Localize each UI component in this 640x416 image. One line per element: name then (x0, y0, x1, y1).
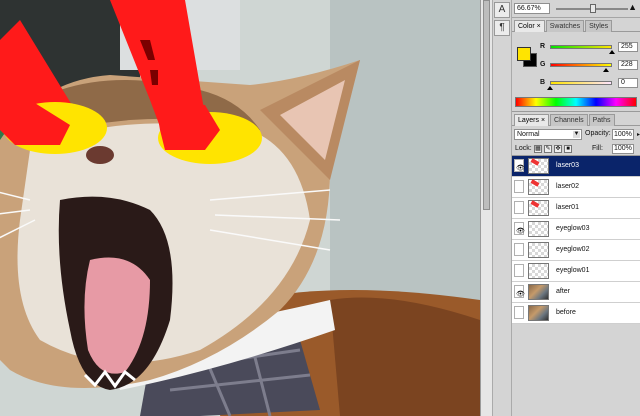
visibility-toggle[interactable]: 👁 (514, 159, 525, 172)
opacity-label: Opacity: (585, 130, 611, 137)
red-channel-row: R 255 (540, 42, 638, 54)
layer-list: 👁 laser03 laser02 laser01 👁 eyeglow03 ey… (512, 156, 640, 324)
blue-channel-label: B (540, 79, 546, 86)
lock-transparency-icon[interactable]: ▦ (534, 145, 542, 153)
layer-thumbnail (528, 242, 549, 258)
chevron-down-icon: ▼ (573, 131, 580, 138)
layer-name: laser02 (556, 183, 579, 190)
blue-channel-row: B 0 (540, 78, 638, 90)
document-canvas[interactable] (0, 0, 480, 416)
red-slider-handle[interactable] (609, 50, 615, 54)
visibility-toggle[interactable] (514, 180, 524, 193)
green-channel-value[interactable]: 228 (618, 60, 638, 70)
zoom-in-icon[interactable]: ▲ (628, 2, 637, 12)
eye-icon: 👁 (516, 228, 525, 235)
visibility-toggle[interactable] (514, 243, 524, 256)
blend-mode-value: Normal (517, 131, 540, 138)
layer-name: before (556, 309, 576, 316)
tab-paths[interactable]: Paths (588, 114, 615, 126)
red-channel-label: R (540, 43, 546, 50)
tab-layers[interactable]: Layers × (514, 114, 550, 126)
layer-name: eyeglow02 (556, 246, 590, 253)
layer-row-laser01[interactable]: laser01 (512, 198, 640, 219)
green-slider-handle[interactable] (603, 68, 609, 72)
layers-panel: Normal ▼ Opacity: 100% ▸ Lock: ▦ ✎ ✥ ■ F… (512, 126, 640, 324)
character-panel-icon[interactable]: A (494, 2, 510, 18)
color-panel: R 255 G 228 B 0 (512, 32, 640, 112)
red-channel-value[interactable]: 255 (618, 42, 638, 52)
visibility-toggle[interactable] (514, 201, 524, 214)
lock-pixels-icon[interactable]: ✎ (544, 145, 552, 153)
opacity-field[interactable]: 100% (612, 129, 634, 140)
green-channel-label: G (540, 61, 546, 68)
tab-channels[interactable]: Channels (550, 114, 588, 126)
blend-mode-select[interactable]: Normal ▼ (514, 129, 582, 140)
layer-row-laser02[interactable]: laser02 (512, 177, 640, 198)
layer-thumbnail (528, 179, 549, 195)
lock-position-icon[interactable]: ✥ (554, 145, 562, 153)
layer-name: laser03 (556, 162, 579, 169)
tab-swatches[interactable]: Swatches (545, 20, 585, 32)
layer-thumbnail (528, 200, 549, 216)
layer-name: after (556, 288, 571, 295)
green-channel-row: G 228 (540, 60, 638, 72)
layer-row-eyeglow02[interactable]: eyeglow02 (512, 240, 640, 261)
layer-thumbnail (528, 158, 549, 174)
right-panel-dock: 66.67% ▲ Color × Swatches Styles R 255 G… (512, 0, 640, 416)
layer-name: eyeglow01 (556, 267, 590, 274)
zoom-slider-knob[interactable] (590, 4, 596, 13)
blue-channel-slider[interactable] (550, 81, 612, 85)
layer-thumbnail (528, 305, 549, 321)
visibility-toggle[interactable] (514, 264, 524, 277)
layer-row-eyeglow01[interactable]: eyeglow01 (512, 261, 640, 282)
canvas-vertical-scrollbar[interactable] (480, 0, 492, 416)
visibility-toggle[interactable]: 👁 (514, 222, 525, 235)
layer-thumbnail (528, 284, 549, 300)
paragraph-panel-icon[interactable]: ¶ (494, 20, 510, 36)
lock-all-icon[interactable]: ■ (564, 145, 572, 153)
color-panel-tabs: Color × Swatches Styles (512, 18, 640, 32)
layer-thumbnail (528, 263, 549, 279)
layers-panel-tabs: Layers × Channels Paths (512, 112, 640, 126)
canvas-artwork (0, 0, 480, 416)
layer-row-laser03[interactable]: 👁 laser03 (512, 156, 640, 177)
layer-row-eyeglow03[interactable]: 👁 eyeglow03 (512, 219, 640, 240)
tab-color[interactable]: Color × (514, 20, 545, 32)
red-channel-slider[interactable] (550, 45, 612, 49)
layer-thumbnail (528, 221, 549, 237)
blend-opacity-row: Normal ▼ Opacity: 100% ▸ (512, 126, 640, 142)
fill-label: Fill: (592, 145, 603, 152)
layer-name: laser01 (556, 204, 579, 211)
eye-icon: 👁 (516, 291, 525, 298)
eye-icon: 👁 (516, 165, 525, 172)
green-channel-slider[interactable] (550, 63, 612, 67)
layer-row-after[interactable]: 👁 after (512, 282, 640, 303)
blue-channel-value[interactable]: 0 (618, 78, 638, 88)
color-spectrum-ramp[interactable] (515, 97, 637, 107)
visibility-toggle[interactable] (514, 306, 524, 319)
layer-row-before[interactable]: before (512, 303, 640, 324)
foreground-color-swatch[interactable] (517, 47, 531, 61)
visibility-toggle[interactable]: 👁 (514, 285, 525, 298)
tab-styles[interactable]: Styles (585, 20, 613, 32)
layer-name: eyeglow03 (556, 225, 590, 232)
fill-field[interactable]: 100% (612, 144, 634, 154)
scrollbar-thumb[interactable] (483, 0, 490, 210)
lock-fill-row: Lock: ▦ ✎ ✥ ■ Fill: 100% (512, 142, 640, 156)
navigator-panel: 66.67% ▲ (512, 0, 640, 18)
blue-slider-handle[interactable] (547, 86, 553, 90)
panel-dock-icons: A ¶ (492, 0, 512, 416)
lock-label: Lock: (515, 145, 532, 152)
zoom-field[interactable]: 66.67% (514, 3, 550, 14)
